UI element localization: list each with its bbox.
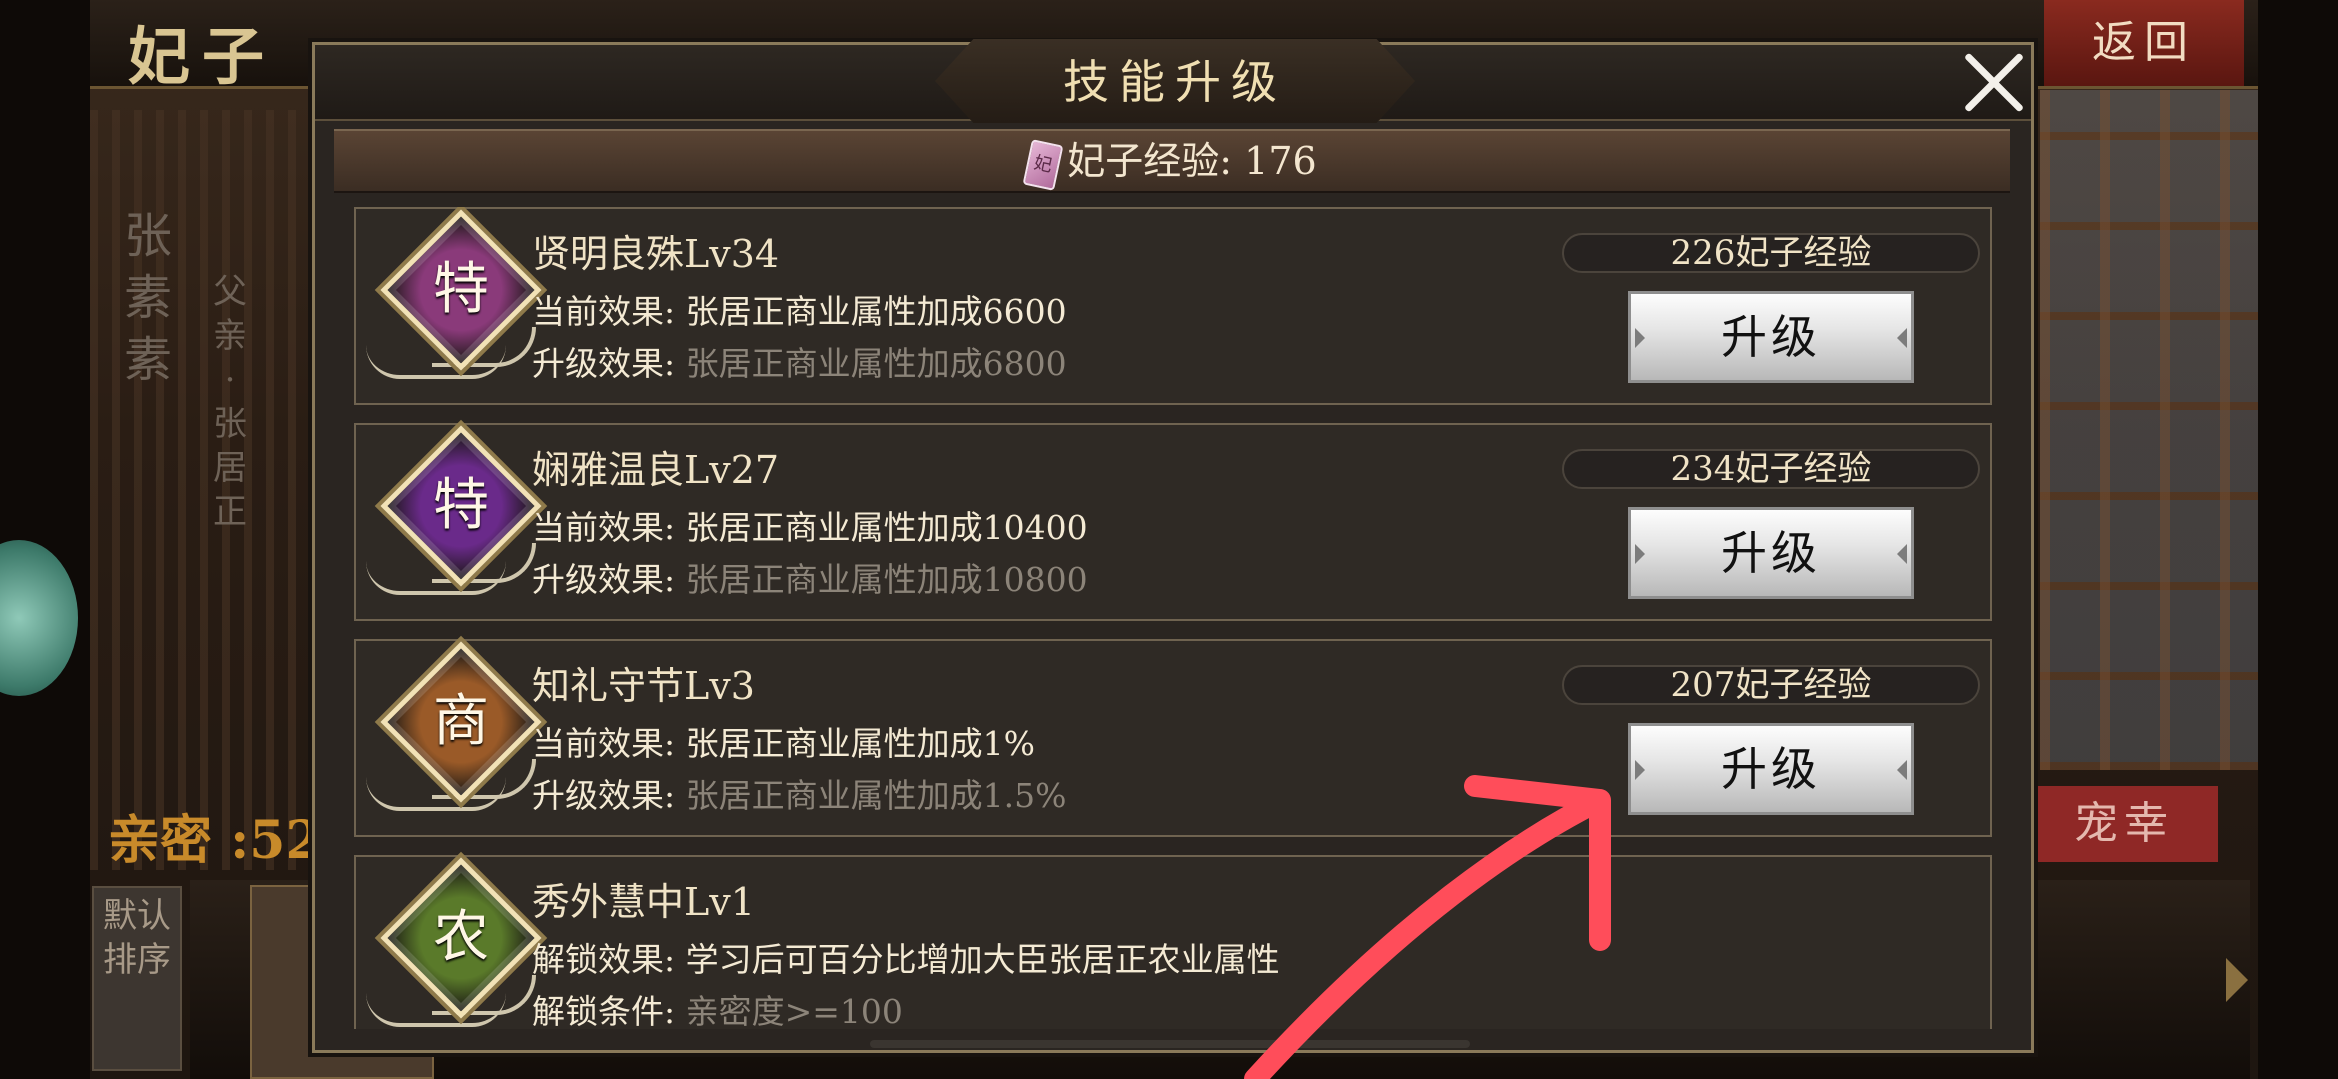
current-effect: 当前效果: 张居正商业属性加成1% bbox=[532, 717, 1035, 765]
upgrade-button[interactable]: 升级 bbox=[1628, 507, 1914, 599]
unlock-effect: 解锁效果: 学习后可百分比增加大臣张居正农业属性 bbox=[532, 933, 1280, 981]
skill-row: 特 娴雅温良Lv27 当前效果: 张居正商业属性加成10400 升级效果: 张居… bbox=[354, 423, 1992, 621]
current-effect-value: 张居正商业属性加成10400 bbox=[685, 508, 1088, 547]
skill-name: 秀外慧中Lv1 bbox=[532, 880, 755, 924]
upgrade-effect: 升级效果: 张居正商业属性加成10800 bbox=[532, 553, 1088, 601]
close-icon[interactable] bbox=[1961, 49, 2027, 115]
father-text: 父亲·张居正 bbox=[213, 272, 247, 532]
current-effect-label: 当前效果: bbox=[532, 508, 676, 547]
skill-emblem: 商 bbox=[366, 641, 542, 811]
skill-emblem: 特 bbox=[366, 425, 542, 595]
background-lattice-right bbox=[2040, 90, 2258, 770]
upgrade-effect-label: 升级效果: bbox=[532, 344, 676, 383]
current-effect-label: 当前效果: bbox=[532, 292, 676, 331]
consort-exp-bar: 妃妃子经验: 176 bbox=[334, 129, 2010, 193]
upgrade-effect: 升级效果: 张居正商业属性加成6800 bbox=[532, 337, 1067, 385]
upgrade-cost: 234妃子经验 bbox=[1562, 449, 1980, 489]
upgrade-button[interactable]: 升级 bbox=[1628, 291, 1914, 383]
screen-title: 妃子 bbox=[128, 20, 277, 93]
upgrade-cost: 226妃子经验 bbox=[1562, 233, 1980, 273]
upgrade-effect-label: 升级效果: bbox=[532, 776, 676, 815]
unlock-effect-value: 学习后可百分比增加大臣张居正农业属性 bbox=[685, 940, 1280, 979]
upgrade-effect-value: 张居正商业属性加成6800 bbox=[685, 344, 1067, 383]
consort-name: 张素素 bbox=[123, 208, 172, 388]
skill-name: 贤明良殊Lv34 bbox=[532, 232, 780, 276]
scroll-right-icon[interactable] bbox=[2226, 958, 2248, 1002]
dialog-title: 技能升级 bbox=[1063, 55, 1287, 109]
unlock-condition: 解锁条件: 亲密度>=100 bbox=[532, 985, 903, 1029]
skill-emblem: 农 bbox=[366, 857, 542, 1027]
intimacy-value: 亲密 :52 bbox=[108, 810, 322, 871]
upgrade-button[interactable]: 升级 bbox=[1628, 723, 1914, 815]
skill-name: 知礼守节Lv3 bbox=[532, 664, 755, 708]
skill-upgrade-dialog: 技能升级 妃妃子经验: 176 特 贤明良殊Lv34 当前效果: 张居正商业属性… bbox=[312, 39, 2034, 1053]
right-border bbox=[2258, 0, 2338, 1079]
current-effect-label: 当前效果: bbox=[532, 724, 676, 763]
skill-badge-glyph: 特 bbox=[433, 257, 489, 322]
consort-exp-label: 妃子经验: 176 bbox=[1067, 139, 1317, 183]
skill-name: 娴雅温良Lv27 bbox=[532, 448, 780, 492]
consort-exp-icon: 妃 bbox=[1022, 138, 1064, 191]
skill-emblem: 特 bbox=[366, 209, 542, 379]
current-effect: 当前效果: 张居正商业属性加成10400 bbox=[532, 501, 1088, 549]
list-scrollbar[interactable] bbox=[870, 1040, 1470, 1048]
unlock-condition-value: 亲密度>=100 bbox=[685, 992, 903, 1029]
skill-row: 特 贤明良殊Lv34 当前效果: 张居正商业属性加成6600 升级效果: 张居正… bbox=[354, 207, 1992, 405]
unlock-effect-label: 解锁效果: bbox=[532, 940, 676, 979]
upgrade-effect-label: 升级效果: bbox=[532, 560, 676, 599]
sort-button[interactable]: 默认排序 bbox=[92, 886, 182, 1071]
current-effect-value: 张居正商业属性加成6600 bbox=[685, 292, 1067, 331]
current-effect-value: 张居正商业属性加成1% bbox=[685, 724, 1035, 763]
unlock-condition-label: 解锁条件: bbox=[532, 992, 676, 1029]
current-effect: 当前效果: 张居正商业属性加成6600 bbox=[532, 285, 1067, 333]
favor-button[interactable]: 宠幸 bbox=[2030, 786, 2218, 862]
skill-badge-glyph: 商 bbox=[433, 689, 489, 754]
upgrade-effect-value: 张居正商业属性加成1.5% bbox=[685, 776, 1067, 815]
skill-badge-glyph: 特 bbox=[433, 473, 489, 538]
skill-badge-glyph: 农 bbox=[433, 905, 489, 970]
upgrade-cost: 207妃子经验 bbox=[1562, 665, 1980, 705]
upgrade-effect: 升级效果: 张居正商业属性加成1.5% bbox=[532, 769, 1066, 817]
skill-row: 商 知礼守节Lv3 当前效果: 张居正商业属性加成1% 升级效果: 张居正商业属… bbox=[354, 639, 1992, 837]
skill-row-locked: 农 秀外慧中Lv1 解锁效果: 学习后可百分比增加大臣张居正农业属性 解锁条件:… bbox=[354, 855, 1992, 1029]
return-button[interactable]: 返回 bbox=[2044, 0, 2244, 86]
upgrade-effect-value: 张居正商业属性加成10800 bbox=[685, 560, 1088, 599]
skill-list[interactable]: 特 贤明良殊Lv34 当前效果: 张居正商业属性加成6600 升级效果: 张居正… bbox=[354, 207, 1994, 1029]
